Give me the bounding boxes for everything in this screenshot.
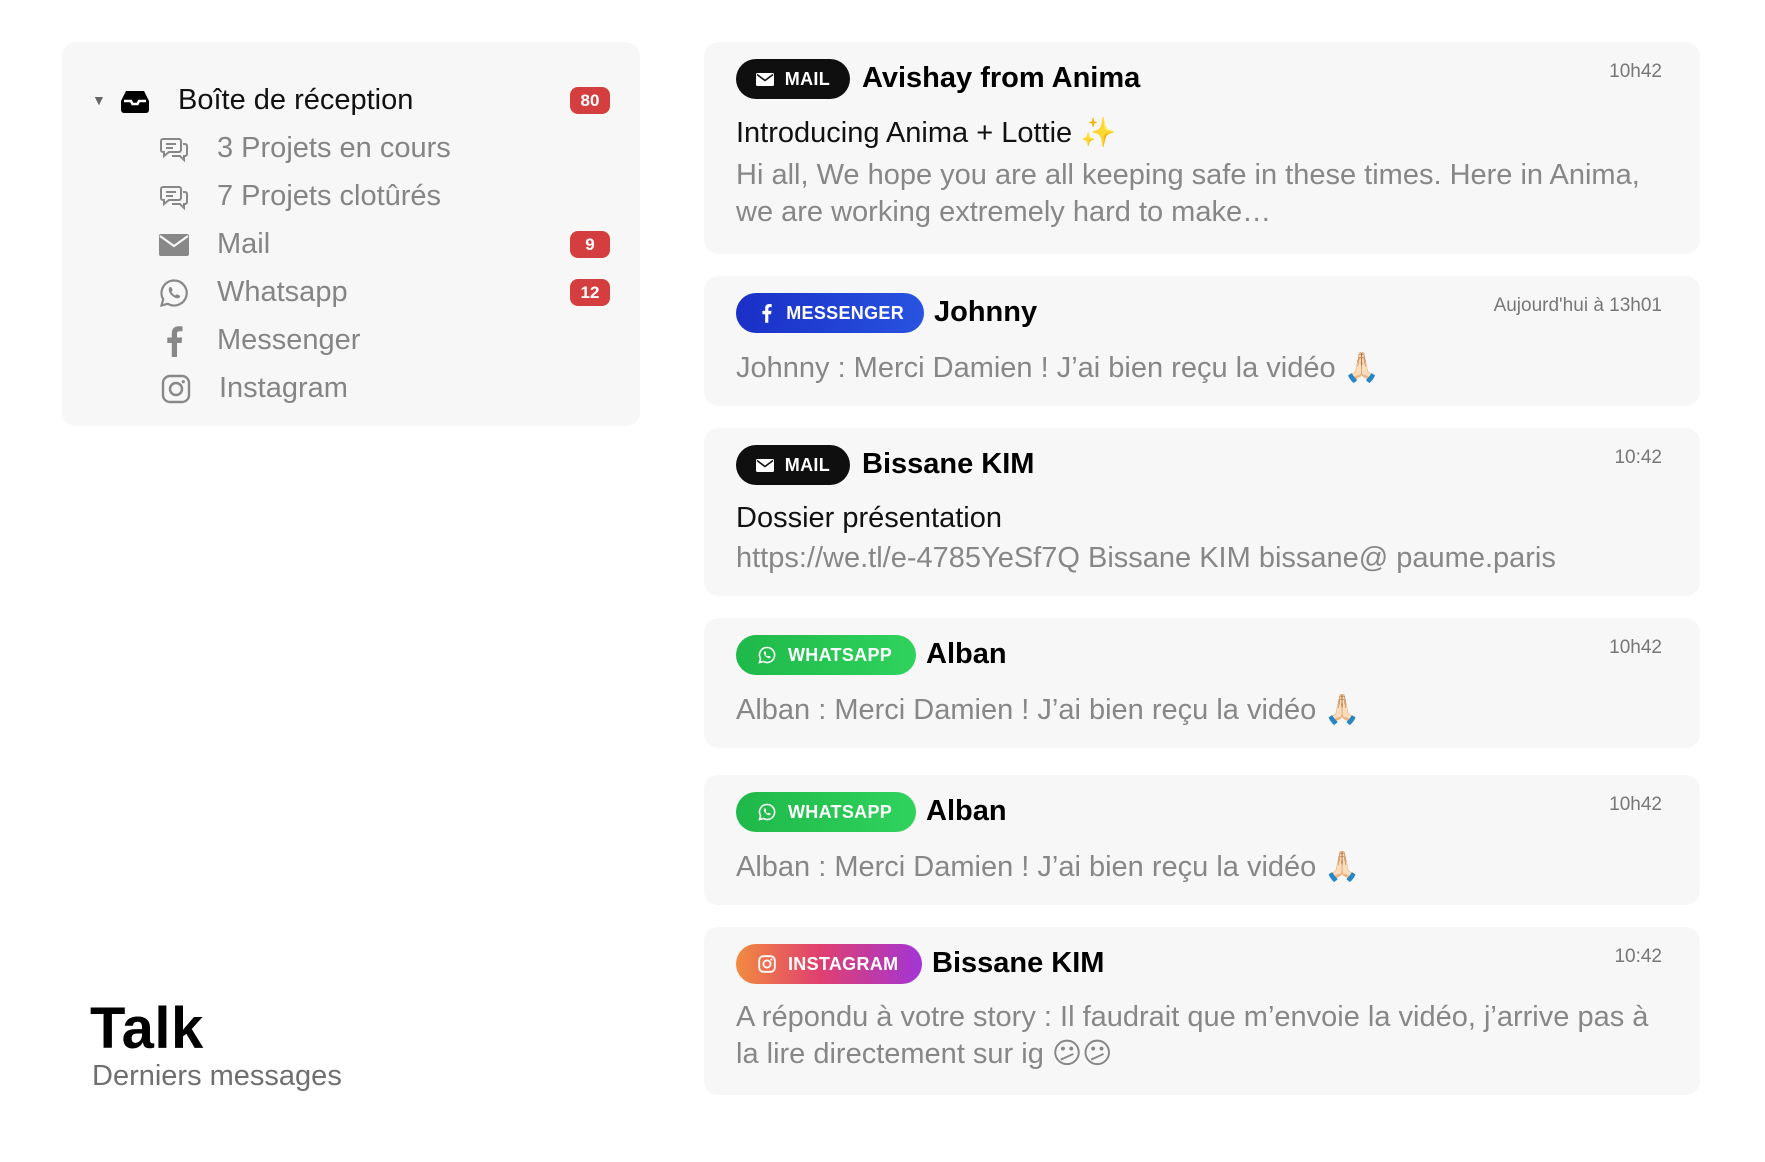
channel-label: MESSENGER — [786, 302, 904, 323]
sidebar-item-whatsapp[interactable]: Whatsapp 12 — [62, 270, 640, 314]
chat-bubbles-icon — [159, 182, 189, 212]
channel-label: MAIL — [784, 454, 830, 475]
sender-name: Johnny — [934, 296, 1038, 328]
message-time: 10h42 — [1609, 61, 1662, 82]
channel-label: WHATSAPP — [788, 644, 893, 665]
message-card[interactable]: WHATSAPP Alban 10h42 Alban : Merci Damie… — [704, 775, 1700, 905]
message-time: 10:42 — [1614, 946, 1662, 967]
inbox-icon — [120, 86, 150, 116]
message-card[interactable]: INSTAGRAM Bissane KIM 10:42 A répondu à … — [704, 927, 1700, 1095]
channel-badge-mail: MAIL — [736, 445, 850, 485]
message-card[interactable]: WHATSAPP Alban 10h42 Alban : Merci Damie… — [704, 618, 1700, 748]
message-subject: Introducing Anima + Lottie ✨ — [736, 117, 1117, 149]
message-time: 10:42 — [1614, 447, 1662, 468]
count-badge: 12 — [570, 279, 610, 306]
sidebar-item-messenger[interactable]: Messenger — [62, 318, 640, 362]
facebook-icon — [159, 326, 189, 357]
sender-name: Alban — [926, 795, 1007, 827]
channel-badge-mail: MAIL — [736, 59, 850, 99]
sender-name: Bissane KIM — [932, 947, 1105, 979]
instagram-icon — [756, 953, 778, 975]
message-time: 10h42 — [1609, 637, 1662, 658]
whatsapp-icon — [159, 278, 189, 308]
sidebar-item-mail[interactable]: Mail 9 — [62, 222, 640, 266]
whatsapp-icon — [756, 801, 778, 823]
caret-down-icon[interactable]: ▼ — [92, 92, 106, 108]
page-title: Talk — [90, 996, 204, 1061]
message-card[interactable]: MESSENGER Johnny Aujourd'hui à 13h01 Joh… — [704, 276, 1700, 406]
sidebar-item-label: 7 Projets clotûrés — [217, 180, 442, 212]
channel-badge-messenger: MESSENGER — [736, 293, 924, 333]
message-preview: Alban : Merci Damien ! J’ai bien reçu la… — [736, 694, 1361, 726]
sidebar-item-label: Whatsapp — [217, 276, 348, 308]
channel-badge-whatsapp: WHATSAPP — [736, 635, 916, 675]
channel-badge-instagram: INSTAGRAM — [736, 944, 922, 984]
message-card[interactable]: MAIL Avishay from Anima 10h42 Introducin… — [704, 42, 1700, 254]
facebook-icon — [756, 302, 776, 324]
channel-badge-whatsapp: WHATSAPP — [736, 792, 916, 832]
message-preview: A répondu à votre story : Il faudrait qu… — [736, 1001, 1649, 1070]
channel-label: WHATSAPP — [788, 801, 893, 822]
sender-name: Avishay from Anima — [862, 62, 1141, 94]
message-preview: Alban : Merci Damien ! J’ai bien reçu la… — [736, 851, 1361, 883]
whatsapp-icon — [756, 644, 778, 666]
count-badge: 9 — [570, 231, 610, 258]
sidebar-item-inbox[interactable]: ▼ Boîte de réception 80 — [62, 78, 640, 122]
chat-bubbles-icon — [159, 134, 189, 164]
sidebar-item-label: Boîte de réception — [178, 84, 414, 116]
envelope-icon — [756, 454, 775, 476]
sidebar-item-label: 3 Projets en cours — [217, 132, 451, 164]
channel-label: MAIL — [784, 68, 830, 89]
sidebar-item-projets-en-cours[interactable]: 3 Projets en cours — [62, 126, 640, 170]
sidebar-item-label: Messenger — [217, 324, 361, 356]
sender-name: Bissane KIM — [862, 448, 1035, 480]
envelope-icon — [159, 230, 189, 260]
page-subtitle: Derniers messages — [92, 1060, 342, 1092]
sidebar: ▼ Boîte de réception 80 3 Projets en cou… — [62, 42, 640, 426]
sidebar-item-label: Instagram — [219, 372, 348, 404]
message-time: 10h42 — [1609, 794, 1662, 815]
sender-name: Alban — [926, 638, 1007, 670]
sidebar-item-instagram[interactable]: Instagram — [62, 366, 640, 410]
message-subject: Dossier présentation — [736, 502, 1002, 534]
message-time: Aujourd'hui à 13h01 — [1493, 295, 1662, 316]
message-preview: https://we.tl/e-4785YeSf7Q Bissane KIM b… — [736, 542, 1556, 574]
message-card[interactable]: MAIL Bissane KIM 10:42 Dossier présentat… — [704, 428, 1700, 596]
channel-label: INSTAGRAM — [788, 953, 899, 974]
instagram-icon — [161, 374, 191, 404]
count-badge: 80 — [570, 87, 610, 114]
message-preview: Johnny : Merci Damien ! J’ai bien reçu l… — [736, 352, 1380, 384]
envelope-icon — [756, 68, 775, 90]
message-preview: Hi all, We hope you are all keeping safe… — [736, 159, 1640, 228]
sidebar-item-label: Mail — [217, 228, 271, 260]
sidebar-item-projets-clotures[interactable]: 7 Projets clotûrés — [62, 174, 640, 218]
